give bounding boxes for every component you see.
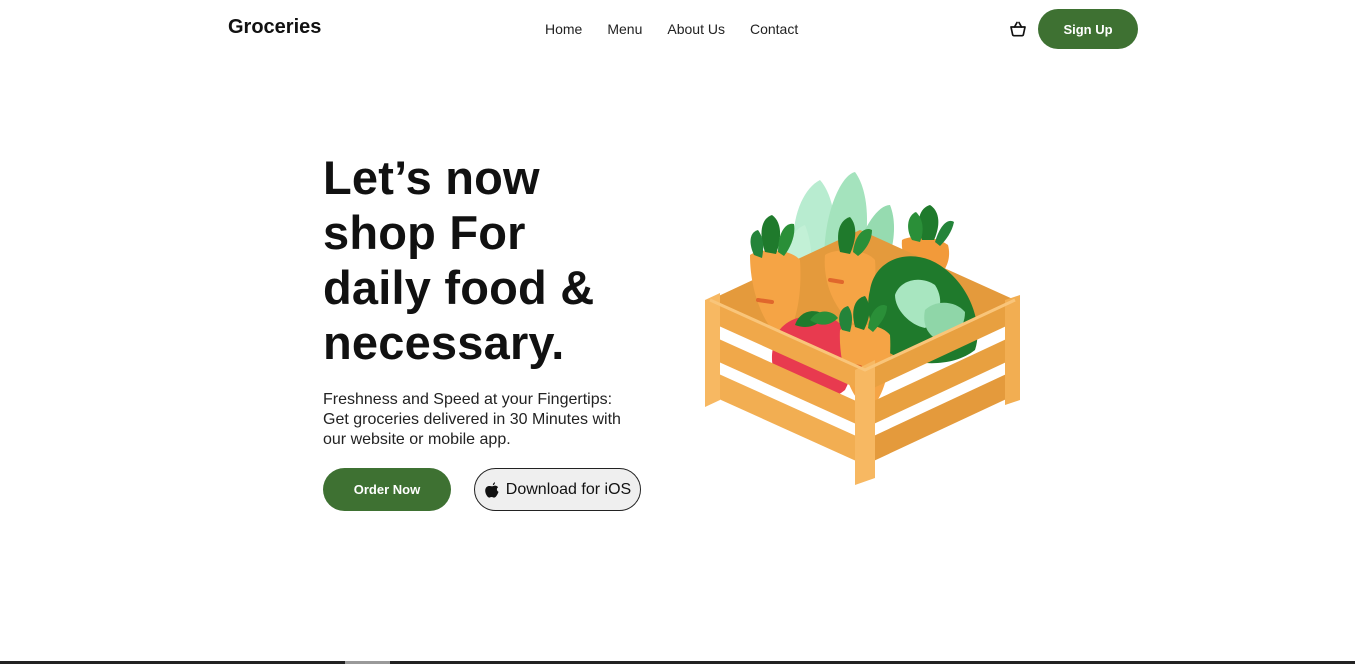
hero-subtitle-line: Get groceries delivered in 30 Minutes wi… <box>323 411 621 428</box>
download-ios-button[interactable]: Download for iOS <box>474 468 641 511</box>
vegetable-crate-illustration <box>690 160 1035 490</box>
nav-contact[interactable]: Contact <box>750 21 798 37</box>
nav-menu[interactable]: Menu <box>607 21 642 37</box>
download-ios-label: Download for iOS <box>505 480 632 498</box>
main-nav: Home Menu About Us Contact <box>545 21 823 37</box>
hero-title-line: Let’s now <box>323 151 540 204</box>
sign-up-button[interactable]: Sign Up <box>1038 9 1138 49</box>
hero-title: Let’s now shop For daily food & necessar… <box>323 150 643 370</box>
brand-logo[interactable]: Groceries <box>228 16 321 39</box>
nav-about-us[interactable]: About Us <box>667 21 725 37</box>
hero-subtitle: Freshness and Speed at your Fingertips: … <box>323 390 643 450</box>
order-now-button[interactable]: Order Now <box>323 468 451 511</box>
page: Groceries Home Menu About Us Contact Sig… <box>0 0 1355 664</box>
hero-title-line: shop For <box>323 206 526 259</box>
hero-title-line: daily food & <box>323 261 595 314</box>
nav-home[interactable]: Home <box>545 21 582 37</box>
shopping-basket-icon[interactable] <box>1008 19 1028 39</box>
apple-logo-icon <box>484 481 500 499</box>
hero-title-line: necessary. <box>323 316 565 369</box>
hero-subtitle-line: Freshness and Speed at your Fingertips: <box>323 391 613 408</box>
hero-subtitle-line: our website or mobile app. <box>323 431 511 448</box>
